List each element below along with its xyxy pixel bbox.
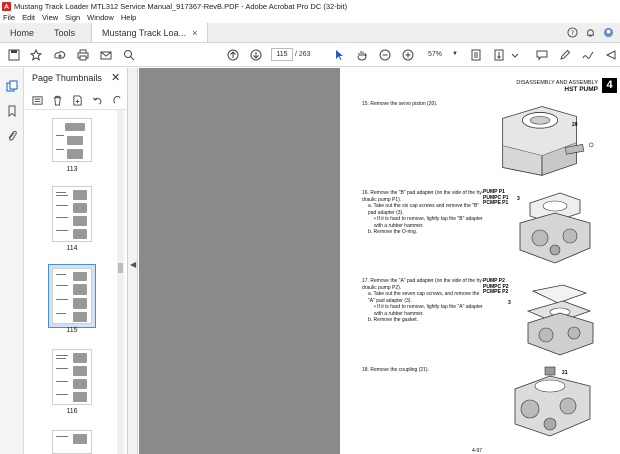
page-thumbnails-icon[interactable]: [6, 80, 18, 92]
zoom-in-icon[interactable]: [401, 48, 415, 62]
subsection-title: HST PUMP: [564, 86, 598, 93]
delete-icon[interactable]: [51, 95, 63, 107]
thumbnails-panel: Page Thumbnails ✕ 113 114 115 116: [25, 68, 128, 454]
insert-page-icon[interactable]: [71, 95, 83, 107]
svg-text:?: ?: [571, 29, 574, 37]
callout-3: 3: [508, 300, 511, 306]
thumbnail-scrollbar[interactable]: [117, 110, 124, 454]
page-total: / 263: [295, 51, 311, 58]
notification-bell-icon[interactable]: [585, 27, 596, 38]
bookmarks-icon[interactable]: [6, 105, 18, 118]
menu-bar: File Edit View Sign Window Help: [0, 12, 620, 23]
cloud-upload-icon[interactable]: [53, 48, 67, 62]
chevron-down-icon: ▼: [452, 51, 458, 57]
step-17: 17. Remove the "A" pad adapter (on the s…: [362, 278, 487, 324]
thumbnail-label: 116: [66, 408, 78, 415]
save-icon[interactable]: [7, 48, 21, 62]
chevron-down-icon[interactable]: [508, 48, 522, 62]
thumbnail-page-114[interactable]: [52, 186, 92, 242]
comment-icon[interactable]: [535, 48, 549, 62]
menu-file[interactable]: File: [3, 13, 15, 22]
zoom-select[interactable]: 57% ▼: [422, 48, 458, 61]
tab-document-label: Mustang Track Loa...: [102, 27, 187, 38]
help-icon[interactable]: ?: [567, 27, 578, 38]
thumbnail-page-116[interactable]: [52, 349, 92, 405]
tab-bar: Home Tools Mustang Track Loa... × ?: [0, 23, 620, 43]
main-toolbar: 115 / 263 57% ▼: [0, 43, 620, 67]
panel-splitter[interactable]: ◀: [128, 68, 138, 454]
page-header: DISASSEMBLY AND ASSEMBLY HST PUMP: [516, 80, 598, 93]
navigation-rail: [0, 68, 24, 454]
zoom-out-icon[interactable]: [378, 48, 392, 62]
pump-labels-p2: PUMP P2 PUMPC P2 PCMPE P2: [483, 278, 509, 296]
account-icon[interactable]: [603, 27, 614, 38]
thumbnail-toolbar: [25, 92, 128, 110]
search-icon[interactable]: [122, 48, 136, 62]
step-15: 15. Remove the servo piston (20).: [362, 101, 438, 107]
thumbnail-label: 114: [66, 245, 78, 252]
step-16-b: b. Remove the O-ring.: [368, 229, 418, 235]
tab-close-icon[interactable]: ×: [192, 28, 197, 38]
scrollbar-thumb[interactable]: [118, 263, 123, 273]
pdf-page: DISASSEMBLY AND ASSEMBLY HST PUMP 4 15. …: [340, 68, 620, 454]
share-icon[interactable]: [604, 48, 618, 62]
chapter-number: 4: [602, 78, 617, 93]
acrobat-icon: [2, 1, 11, 11]
next-page-icon[interactable]: [249, 48, 263, 62]
step-16-text: 16. Remove the "B" pad adapter (on the s…: [362, 190, 484, 203]
sign-icon[interactable]: [581, 48, 595, 62]
callout-3: 3: [517, 196, 520, 202]
step-16-a: a. Take out the six cap screws and remov…: [368, 203, 480, 216]
bookmark-star-icon[interactable]: [29, 48, 43, 62]
menu-view[interactable]: View: [42, 13, 58, 22]
step-16: 16. Remove the "B" pad adapter (on the s…: [362, 190, 487, 236]
b-pad-adapter-figure: [505, 188, 605, 268]
zoom-value: 57%: [428, 51, 443, 58]
print-icon[interactable]: [76, 48, 90, 62]
step-17-b: b. Remove the gasket.: [368, 317, 419, 323]
hand-tool-icon[interactable]: [355, 48, 369, 62]
title-bar: Mustang Track Loader MTL312 Service Manu…: [0, 0, 620, 12]
menu-window[interactable]: Window: [87, 13, 114, 22]
thumbnail-label: 113: [66, 166, 78, 173]
tab-document[interactable]: Mustang Track Loa... ×: [91, 23, 209, 42]
step-17-text: 17. Remove the "A" pad adapter (on the s…: [362, 278, 484, 291]
coupling-figure: [500, 364, 605, 446]
servo-piston-figure: [483, 98, 601, 178]
thumbnail-page-115[interactable]: [52, 268, 92, 324]
window-title: Mustang Track Loader MTL312 Service Manu…: [14, 1, 348, 11]
step-17-a: a. Take out the seven cap screws, and re…: [368, 291, 480, 304]
options-menu-icon[interactable]: [31, 95, 43, 107]
tab-tools[interactable]: Tools: [44, 23, 85, 42]
panel-title: Page Thumbnails: [32, 73, 102, 83]
menu-edit[interactable]: Edit: [22, 13, 35, 22]
attachments-icon[interactable]: [6, 130, 18, 142]
fit-page-icon[interactable]: [469, 48, 483, 62]
pump-label: PCMPE P2: [483, 289, 509, 296]
previous-page-icon[interactable]: [226, 48, 240, 62]
thumbnail-label: 115: [66, 327, 78, 334]
email-icon[interactable]: [99, 48, 113, 62]
a-pad-adapter-figure: [508, 283, 608, 358]
close-icon[interactable]: ✕: [111, 71, 120, 84]
step-17-bullet: • If it is hard to remove, lightly tap t…: [374, 304, 483, 317]
undo-icon[interactable]: [91, 95, 103, 107]
step-16-bullet: • If it is hard to remove, lightly tap t…: [374, 216, 483, 229]
collapse-panel-icon[interactable]: ◀: [130, 260, 136, 269]
document-view[interactable]: DISASSEMBLY AND ASSEMBLY HST PUMP 4 15. …: [139, 68, 620, 454]
step-18: 18. Remove the coupling (21).: [362, 367, 429, 373]
thumbnail-page-117[interactable]: [52, 430, 92, 454]
tab-home[interactable]: Home: [0, 23, 44, 42]
select-cursor-icon[interactable]: [332, 48, 346, 62]
menu-sign[interactable]: Sign: [65, 13, 80, 22]
rotate-icon[interactable]: [111, 95, 123, 107]
menu-help[interactable]: Help: [121, 13, 136, 22]
callout-20: 20: [572, 122, 578, 128]
page-footer-number: 4-97: [472, 448, 483, 454]
scroll-mode-icon[interactable]: [492, 48, 506, 62]
highlight-pen-icon[interactable]: [558, 48, 572, 62]
callout-21: 21: [562, 370, 568, 376]
page-number-input[interactable]: 115: [271, 48, 293, 61]
thumbnail-page-113[interactable]: [52, 118, 92, 162]
